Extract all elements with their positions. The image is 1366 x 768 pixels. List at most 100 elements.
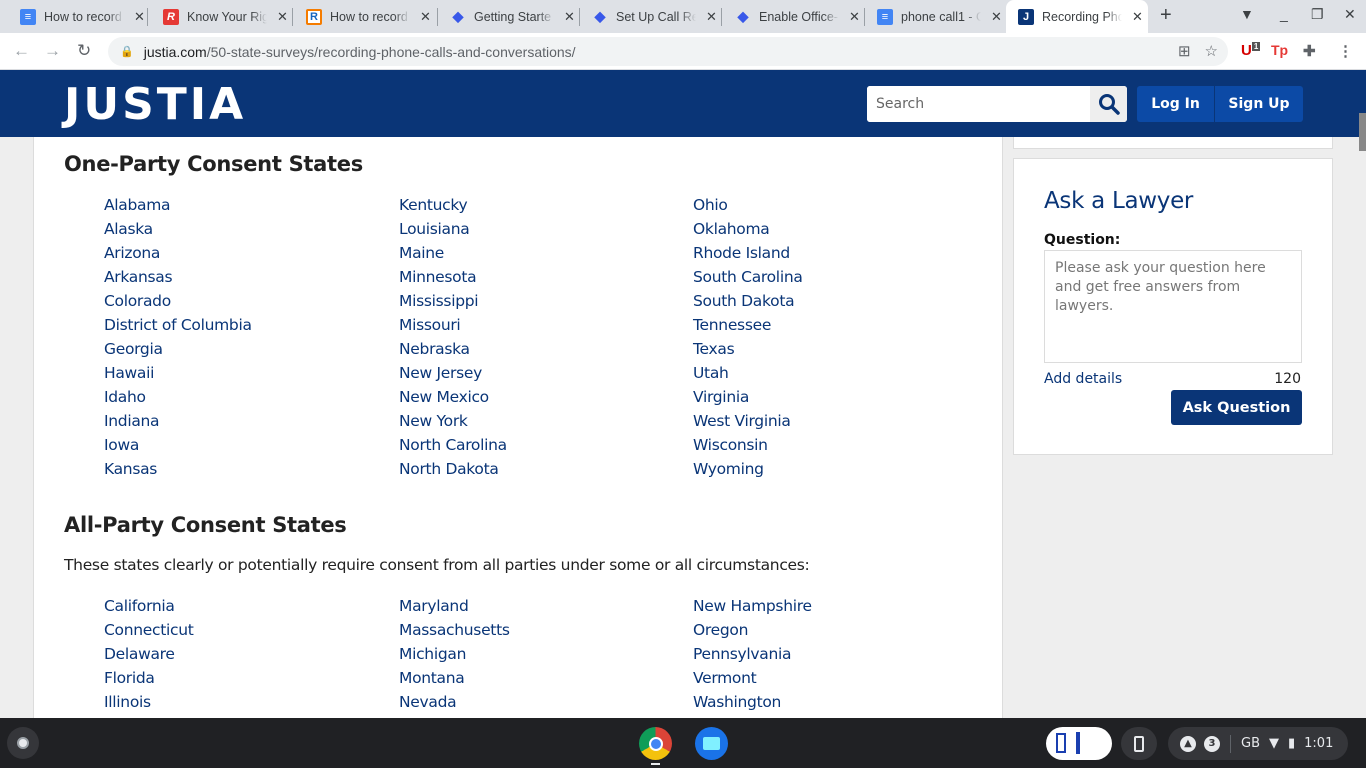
qr-code-icon[interactable]: ⊞ [1178,42,1191,60]
extensions-puzzle-icon[interactable]: ✚ [1303,42,1316,60]
new-tab-button[interactable]: + [1160,4,1172,27]
state-link[interactable]: Maryland [399,594,510,618]
tab-active[interactable]: J Recording Pho ✕ [1006,0,1148,33]
tab[interactable]: ◆ Enable Office- ✕ [715,0,865,33]
main-content: One-Party Consent States Alabama Alaska Ar… [33,137,1003,718]
one-party-list-col-2: Kentucky Louisiana Maine Minnesota Mississip… [399,193,507,481]
tp-extension-icon[interactable]: Tp [1271,42,1288,58]
state-link[interactable]: Alaska [104,217,252,241]
question-textarea[interactable] [1044,250,1302,363]
state-link[interactable]: Florida [104,666,194,690]
state-link[interactable]: Arkansas [104,265,252,289]
state-link[interactable]: Rhode Island [693,241,803,265]
system-tray[interactable]: ▲ 3 GB ▼ ▮ 1:01 [1168,727,1348,760]
state-link[interactable]: West Virginia [693,409,803,433]
tab-title: How to record [44,9,122,24]
state-link[interactable]: Wyoming [693,457,803,481]
justia-icon: J [1018,8,1034,25]
state-link[interactable]: Nebraska [399,337,507,361]
login-button[interactable]: Log In [1137,86,1214,122]
search-input[interactable] [867,86,1090,122]
tab-title: phone call1 - G [901,9,981,24]
launcher-button[interactable] [7,727,39,759]
tab[interactable]: R How to record ✕ [286,0,438,33]
tab[interactable]: ≡ How to record ✕ [0,0,148,33]
signup-button[interactable]: Sign Up [1215,86,1303,122]
tab[interactable]: ≡ phone call1 - G ✕ [857,0,1007,33]
state-link[interactable]: Colorado [104,289,252,313]
state-link[interactable]: Mississippi [399,289,507,313]
state-link[interactable]: New Jersey [399,361,507,385]
state-link[interactable]: Kentucky [399,193,507,217]
minimize-button[interactable]: _ [1280,6,1288,22]
justia-logo[interactable]: JUSTIA [64,79,246,130]
state-link[interactable]: South Carolina [693,265,803,289]
scrollbar-thumb[interactable] [1359,113,1366,151]
state-link[interactable]: North Carolina [399,433,507,457]
state-link[interactable]: New Hampshire [693,594,812,618]
reload-button[interactable]: ↻ [77,41,91,61]
holding-space-thumbnails[interactable] [1046,727,1112,760]
close-icon[interactable]: ✕ [991,9,1002,25]
tab[interactable]: R Know Your Rig ✕ [143,0,293,33]
state-link[interactable]: Pennsylvania [693,642,812,666]
state-link[interactable]: New Mexico [399,385,507,409]
state-link[interactable]: Hawaii [104,361,252,385]
state-link[interactable]: North Dakota [399,457,507,481]
state-link[interactable]: Idaho [104,385,252,409]
state-link[interactable]: Delaware [104,642,194,666]
state-link[interactable]: Montana [399,666,510,690]
state-link[interactable]: Virginia [693,385,803,409]
state-link[interactable]: Vermont [693,666,812,690]
close-window-button[interactable]: ✕ [1344,6,1356,23]
bookmark-star-icon[interactable]: ☆ [1205,42,1218,60]
state-link[interactable]: South Dakota [693,289,803,313]
state-link[interactable]: Louisiana [399,217,507,241]
state-link[interactable]: Massachusetts [399,618,510,642]
ask-question-button[interactable]: Ask Question [1171,390,1302,425]
phone-hub-button[interactable] [1121,727,1157,760]
state-link[interactable]: Iowa [104,433,252,457]
state-link[interactable]: Texas [693,337,803,361]
state-link[interactable]: Washington [693,690,812,714]
state-link[interactable]: Arizona [104,241,252,265]
add-details-link[interactable]: Add details [1044,371,1122,387]
state-link[interactable]: Alabama [104,193,252,217]
state-link[interactable]: Georgia [104,337,252,361]
search-button[interactable] [1090,86,1127,122]
state-link[interactable]: District of Columbia [104,313,252,337]
tab[interactable]: ◆ Getting Starte ✕ [430,0,580,33]
restore-button[interactable]: ❐ [1311,6,1324,23]
menu-icon[interactable]: ⋮ [1338,42,1353,60]
state-link[interactable]: Kansas [104,457,252,481]
state-link[interactable]: Maine [399,241,507,265]
state-link[interactable]: Minnesota [399,265,507,289]
tab[interactable]: ◆ Set Up Call Re ✕ [572,0,722,33]
state-link[interactable]: Indiana [104,409,252,433]
state-link[interactable]: Illinois [104,690,194,714]
close-icon[interactable]: ✕ [1132,9,1143,25]
all-party-list-col-1: California Connecticut Delaware Florida Illi… [104,594,194,714]
forward-button[interactable]: → [44,41,61,61]
state-link[interactable]: New York [399,409,507,433]
state-link[interactable]: Wisconsin [693,433,803,457]
state-link[interactable]: Ohio [693,193,803,217]
state-link[interactable]: Utah [693,361,803,385]
back-button[interactable]: ← [13,41,30,61]
state-link[interactable]: Oregon [693,618,812,642]
state-link[interactable]: Nevada [399,690,510,714]
clock: 1:01 [1304,736,1334,751]
state-link[interactable]: California [104,594,194,618]
r-orange-icon: R [306,8,322,25]
address-bar[interactable]: 🔒 justia.com /50-state-surveys/recording… [108,37,1228,66]
chrome-app-icon[interactable] [639,727,672,760]
files-app-icon[interactable] [695,727,728,760]
state-link[interactable]: Oklahoma [693,217,803,241]
state-link[interactable]: Missouri [399,313,507,337]
tab-search-icon[interactable]: ▼ [1240,6,1254,22]
state-link[interactable]: Connecticut [104,618,194,642]
keyboard-layout: GB [1241,736,1260,751]
state-link[interactable]: Tennessee [693,313,803,337]
state-link[interactable]: Michigan [399,642,510,666]
ublock-extension-icon[interactable]: U1 [1241,42,1261,59]
